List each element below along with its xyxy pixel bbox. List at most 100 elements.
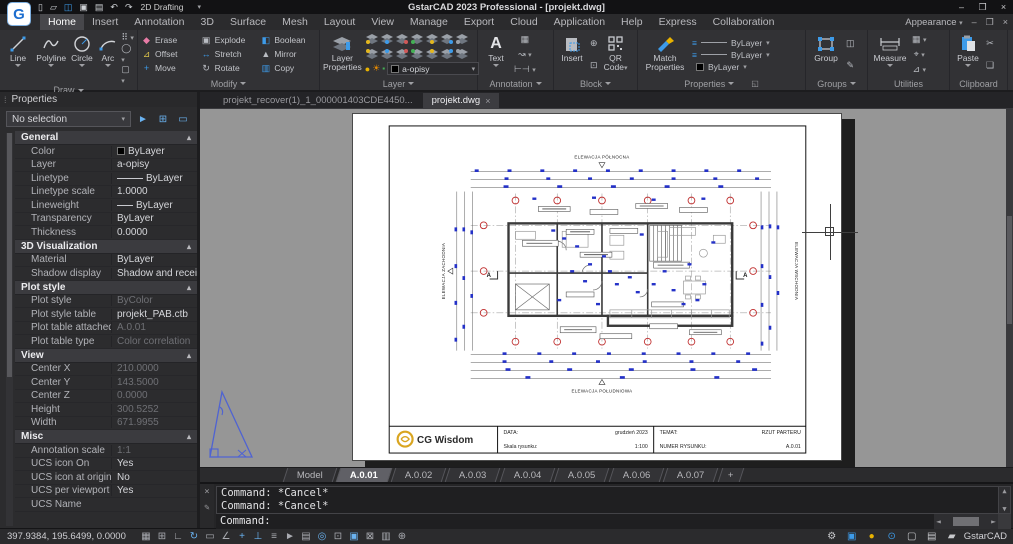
layer-tool-icon[interactable] bbox=[425, 33, 438, 44]
touch-mode-icon[interactable]: ▣ bbox=[844, 531, 860, 542]
snap-icon[interactable]: ⊞ bbox=[154, 531, 170, 542]
panel-label-block[interactable]: Block bbox=[554, 77, 637, 90]
scroll-right-icon[interactable]: ► bbox=[991, 517, 996, 526]
menu-tab-3d[interactable]: 3D bbox=[193, 14, 222, 30]
ortho-icon[interactable]: ∟ bbox=[170, 531, 186, 542]
copy-clip-icon[interactable]: ❏ bbox=[986, 60, 994, 71]
layer-tool-icon[interactable] bbox=[365, 48, 378, 59]
save-icon[interactable]: ◫ bbox=[64, 2, 73, 13]
id-point-icon[interactable]: ⌖ ▾ bbox=[914, 49, 925, 60]
property-value[interactable]: No bbox=[111, 472, 197, 483]
panel-label-clipboard[interactable]: Clipboard bbox=[950, 77, 1007, 90]
menu-tab-cloud[interactable]: Cloud bbox=[502, 14, 545, 30]
move-button[interactable]: +Move bbox=[141, 61, 197, 75]
select-arrow-icon[interactable]: ► bbox=[135, 114, 151, 125]
group-button[interactable]: Group bbox=[809, 32, 843, 77]
undo-icon[interactable]: ↶ bbox=[110, 2, 118, 13]
dimension-icon[interactable]: ⊢⊣ ▾ bbox=[514, 64, 536, 75]
match-properties-button[interactable]: Match Properties bbox=[641, 32, 689, 77]
dynamic-input-icon[interactable]: ▭ bbox=[202, 531, 218, 542]
property-value[interactable]: 671.9955 bbox=[111, 417, 197, 428]
quick-calc-icon[interactable]: ▦ ▾ bbox=[912, 34, 927, 45]
layout-tab-a-0-07[interactable]: A.0.07 bbox=[663, 468, 719, 482]
object-property-dropdown[interactable]: ≡ByLayer▾ bbox=[692, 38, 770, 48]
measure-button[interactable]: Measure bbox=[871, 32, 909, 77]
tips-bulb-icon[interactable]: ● bbox=[864, 531, 880, 542]
property-value[interactable]: 300.5252 bbox=[111, 404, 197, 415]
layer-tool-icon[interactable] bbox=[380, 48, 393, 59]
customize-command-icon[interactable]: ✎ bbox=[204, 503, 209, 513]
angle-icon[interactable]: ∠ bbox=[218, 531, 234, 542]
layer-tool-icon[interactable] bbox=[410, 33, 423, 44]
arc-button[interactable]: Arc bbox=[98, 32, 119, 85]
property-value[interactable]: ByColor bbox=[111, 295, 197, 306]
menu-tab-manage[interactable]: Manage bbox=[402, 14, 456, 30]
menu-tab-express[interactable]: Express bbox=[651, 14, 705, 30]
workspace-icon[interactable]: ▣ bbox=[346, 531, 362, 542]
lineweight-icon[interactable]: ≡ bbox=[266, 531, 282, 542]
layer-properties-button[interactable]: Layer Properties bbox=[323, 32, 362, 77]
panel-label-utilities[interactable]: Utilities bbox=[868, 77, 949, 90]
doc-tab-projekt-recover-1-1[interactable]: projekt_recover(1)_1_000001403CDE4450... bbox=[214, 93, 422, 108]
group-edit-icon[interactable]: ✎ bbox=[846, 60, 854, 71]
property-value[interactable]: Yes bbox=[111, 485, 197, 496]
menu-tab-home[interactable]: Home bbox=[40, 14, 84, 30]
scroll-up-icon[interactable]: ▲ bbox=[1002, 487, 1006, 495]
panel-label-properties[interactable]: Properties◱ bbox=[638, 77, 805, 90]
canvas-scrollbar[interactable] bbox=[1006, 109, 1013, 467]
offset-button[interactable]: ⊿Offset bbox=[141, 47, 197, 61]
resize-corner[interactable] bbox=[998, 514, 1011, 529]
polyline-button[interactable]: Polyline bbox=[36, 32, 66, 85]
menu-tab-surface[interactable]: Surface bbox=[222, 14, 274, 30]
dialog-launcher-icon[interactable]: ◱ bbox=[751, 79, 759, 88]
quick-select-icon[interactable]: ⊿ ▾ bbox=[912, 64, 926, 75]
redo-icon[interactable]: ↷ bbox=[125, 2, 133, 13]
layer-tool-icon[interactable] bbox=[395, 33, 408, 44]
property-value[interactable]: ByLayer bbox=[111, 213, 197, 224]
layer-tool-icon[interactable] bbox=[440, 33, 453, 44]
qr-code-button[interactable]: QR Code▾ bbox=[601, 32, 631, 77]
layout-tab-a-0-02[interactable]: A.0.02 bbox=[391, 468, 447, 482]
menu-tab-insert[interactable]: Insert bbox=[84, 14, 126, 30]
property-value[interactable]: ByLayer bbox=[111, 254, 197, 265]
new-file-icon[interactable]: ▯ bbox=[38, 2, 43, 13]
menu-tab-mesh[interactable]: Mesh bbox=[274, 14, 316, 30]
layer-tool-icon[interactable] bbox=[440, 48, 453, 59]
layer-on-bulb-icon[interactable]: ● bbox=[365, 64, 370, 74]
minimize-button[interactable]: – bbox=[952, 1, 971, 13]
doc-tab-projekt-dwg[interactable]: projekt.dwg× bbox=[423, 93, 500, 108]
property-value[interactable]: 210.0000 bbox=[111, 363, 197, 374]
plot-icon[interactable]: ▤ bbox=[95, 2, 104, 13]
menu-tab-annotation[interactable]: Annotation bbox=[126, 14, 192, 30]
command-history[interactable]: Command: *Cancel*Command: *Cancel* bbox=[216, 486, 999, 514]
units-icon[interactable]: ▥ bbox=[378, 531, 394, 542]
layer-tool-icon[interactable] bbox=[455, 33, 468, 44]
leader-icon[interactable]: ↝ ▾ bbox=[518, 49, 532, 60]
edit-block-icon[interactable]: ⊡ bbox=[590, 60, 598, 71]
table-icon[interactable]: ▦ bbox=[521, 34, 530, 45]
layout-tab-a-0-03[interactable]: A.0.03 bbox=[445, 468, 501, 482]
menu-tab-layout[interactable]: Layout bbox=[316, 14, 364, 30]
command-hscrollbar[interactable]: ◄ ► bbox=[934, 514, 998, 529]
autoscale-icon[interactable]: ⊡ bbox=[330, 531, 346, 542]
panel-label-layer[interactable]: Layer bbox=[320, 77, 477, 90]
quick-properties-icon[interactable]: ⊠ bbox=[362, 531, 378, 542]
property-value[interactable]: ByLayer bbox=[111, 173, 197, 184]
menu-tab-export[interactable]: Export bbox=[456, 14, 502, 30]
scroll-left-icon[interactable]: ◄ bbox=[936, 517, 941, 526]
layout-tab-a-0-05[interactable]: A.0.05 bbox=[554, 468, 610, 482]
rotate-button[interactable]: ↻Rotate bbox=[201, 61, 257, 75]
workspace-switcher[interactable]: 2D Drafting ▾ bbox=[141, 2, 202, 12]
property-value[interactable]: 143.5000 bbox=[111, 377, 197, 388]
open-file-icon[interactable]: ▱ bbox=[50, 2, 57, 13]
palette-title-bar[interactable]: ⁞ Properties bbox=[0, 92, 197, 107]
stretch-button[interactable]: ↔Stretch bbox=[201, 47, 257, 61]
layer-freeze-sun-icon[interactable]: ☀ bbox=[372, 63, 380, 74]
settings-gear-icon[interactable]: ⚙ bbox=[824, 531, 840, 542]
select-objects-icon[interactable]: ▭ bbox=[175, 114, 191, 125]
mirror-button[interactable]: ▲Mirror bbox=[260, 47, 316, 61]
doc-minimize-button[interactable]: – bbox=[972, 17, 977, 27]
section-header-plot-style[interactable]: Plot style▴ bbox=[15, 281, 197, 295]
layout-tab-item[interactable]: + bbox=[717, 468, 743, 482]
drawing-canvas[interactable]: CG Wisdom DATA: grudzień 2023 Skala rysu… bbox=[200, 109, 1013, 467]
